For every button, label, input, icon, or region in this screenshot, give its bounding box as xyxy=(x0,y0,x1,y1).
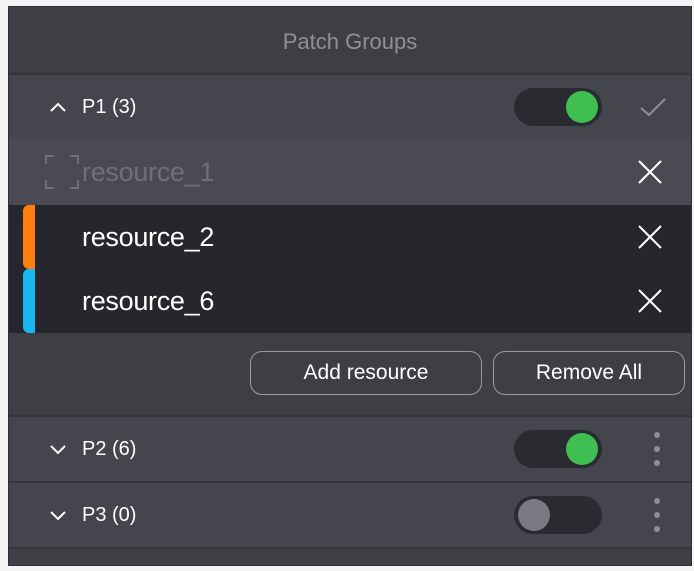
patch-groups-panel: Patch Groups P1 (3) resource_1 resource_… xyxy=(8,6,692,566)
resource-color-indicator xyxy=(23,269,35,333)
group-label: P2 (6) xyxy=(82,437,137,460)
group-actions: Add resource Remove All xyxy=(9,333,691,415)
group-label: P1 (3) xyxy=(82,95,137,118)
group-header-p2[interactable]: P2 (6) xyxy=(9,415,691,481)
chevron-down-icon[interactable] xyxy=(49,509,67,521)
add-resource-button[interactable]: Add resource xyxy=(250,351,482,395)
group-header-p1[interactable]: P1 (3) xyxy=(9,73,691,139)
check-icon[interactable] xyxy=(639,96,667,118)
group-enable-toggle[interactable] xyxy=(514,430,602,468)
resource-label: resource_1 xyxy=(82,156,215,187)
panel-title: Patch Groups xyxy=(282,29,418,54)
close-icon[interactable] xyxy=(636,287,664,315)
kebab-menu-icon[interactable] xyxy=(650,432,664,466)
toggle-knob xyxy=(518,499,550,531)
close-icon[interactable] xyxy=(636,158,664,186)
kebab-menu-icon[interactable] xyxy=(650,498,664,532)
group-header-p3[interactable]: P3 (0) xyxy=(9,481,691,547)
group-enable-toggle[interactable] xyxy=(514,496,602,534)
chevron-up-icon[interactable] xyxy=(49,101,67,113)
resource-label: resource_2 xyxy=(82,221,215,252)
chevron-down-icon[interactable] xyxy=(49,443,67,455)
remove-all-button[interactable]: Remove All xyxy=(493,351,685,395)
toggle-knob xyxy=(566,91,598,123)
resource-row[interactable]: resource_2 xyxy=(9,205,691,269)
toggle-knob xyxy=(566,433,598,465)
resource-color-indicator xyxy=(23,205,35,269)
panel-footer xyxy=(9,547,691,565)
close-icon[interactable] xyxy=(636,223,664,251)
resource-label: resource_6 xyxy=(82,285,215,316)
frame-icon xyxy=(45,155,79,189)
group-label: P3 (0) xyxy=(82,503,137,526)
resource-row[interactable]: resource_6 xyxy=(9,269,691,333)
group-enable-toggle[interactable] xyxy=(514,88,602,126)
resource-row[interactable]: resource_1 xyxy=(9,139,691,205)
